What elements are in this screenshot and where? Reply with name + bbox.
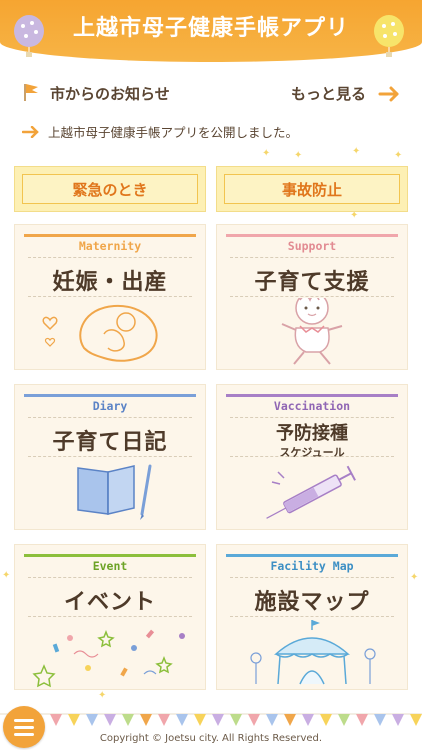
accident-prevention-label: 事故防止	[281, 180, 342, 199]
card-ja-label: 子育て日記	[52, 430, 168, 455]
accident-prevention-button[interactable]: 事故防止	[216, 166, 408, 212]
card-ja-label: 予防接種	[276, 423, 348, 444]
card-en-label: Facility Map	[270, 559, 354, 573]
card-facility-map[interactable]: Facility Map 施設マップ	[216, 544, 408, 690]
balloon-right-icon	[374, 15, 404, 57]
card-accent-line	[24, 554, 196, 557]
footer-copyright: Copyright © Joetsu city. All Rights Rese…	[99, 733, 323, 744]
emergency-label: 緊急のとき	[72, 180, 148, 199]
pregnant-belly-icon	[42, 304, 158, 362]
news-item-text: 上越市母子健康手帳アプリを公開しました。	[48, 125, 299, 140]
sparkle-icon: ✦	[352, 146, 361, 157]
card-ja-label: イベント	[63, 590, 156, 615]
app-header: 上越市母子健康手帳アプリ	[0, 0, 422, 62]
sparkle-icon: ✦	[262, 148, 271, 159]
circus-tent-icon	[250, 620, 376, 685]
arrow-right-icon	[22, 126, 39, 138]
card-diary[interactable]: Diary 子育て日記	[14, 384, 206, 530]
flag-icon	[24, 84, 38, 101]
hamburger-menu-button[interactable]	[3, 706, 45, 748]
card-support[interactable]: Support 子育て支援	[216, 224, 408, 370]
card-en-label: Support	[287, 239, 337, 253]
card-en-label: Vaccination	[273, 399, 351, 413]
notebook-icon	[77, 464, 152, 520]
app-title: 上越市母子健康手帳アプリ	[72, 16, 349, 41]
card-ja-label: 子育て支援	[254, 270, 370, 295]
card-accent-line	[226, 554, 398, 557]
news-heading: 市からのお知らせ	[50, 85, 170, 103]
sparkle-icon: ✦	[394, 150, 403, 161]
card-vaccination[interactable]: Vaccination 予防接種 スケジュール	[216, 384, 408, 530]
news-item[interactable]: 上越市母子健康手帳アプリを公開しました。	[20, 120, 402, 142]
news-header: 市からのお知らせ もっと見る	[20, 78, 402, 108]
sparkle-icon: ✦	[294, 150, 303, 161]
card-en-label: Event	[92, 559, 128, 573]
arrow-right-icon[interactable]	[378, 86, 400, 102]
sparkle-icon: ✦	[2, 570, 11, 581]
baby-icon	[281, 298, 343, 365]
confetti-icon	[32, 629, 185, 688]
card-en-label: Maternity	[78, 239, 142, 253]
card-ja-label: 妊娠・出産	[52, 270, 168, 295]
emergency-button[interactable]: 緊急のとき	[14, 166, 206, 212]
card-maternity[interactable]: Maternity 妊娠・出産	[14, 224, 206, 370]
syringe-icon	[266, 465, 356, 519]
more-link[interactable]: もっと見る	[291, 83, 366, 104]
sparkle-icon: ✦	[98, 690, 107, 701]
card-accent-line	[24, 234, 196, 237]
sparkle-icon: ✦	[410, 572, 419, 583]
card-event[interactable]: Event イベント	[14, 544, 206, 690]
card-en-label: Diary	[92, 399, 128, 413]
card-accent-line	[24, 394, 196, 397]
card-accent-line	[226, 394, 398, 397]
card-ja-label: 施設マップ	[254, 590, 370, 615]
card-accent-line	[226, 234, 398, 237]
